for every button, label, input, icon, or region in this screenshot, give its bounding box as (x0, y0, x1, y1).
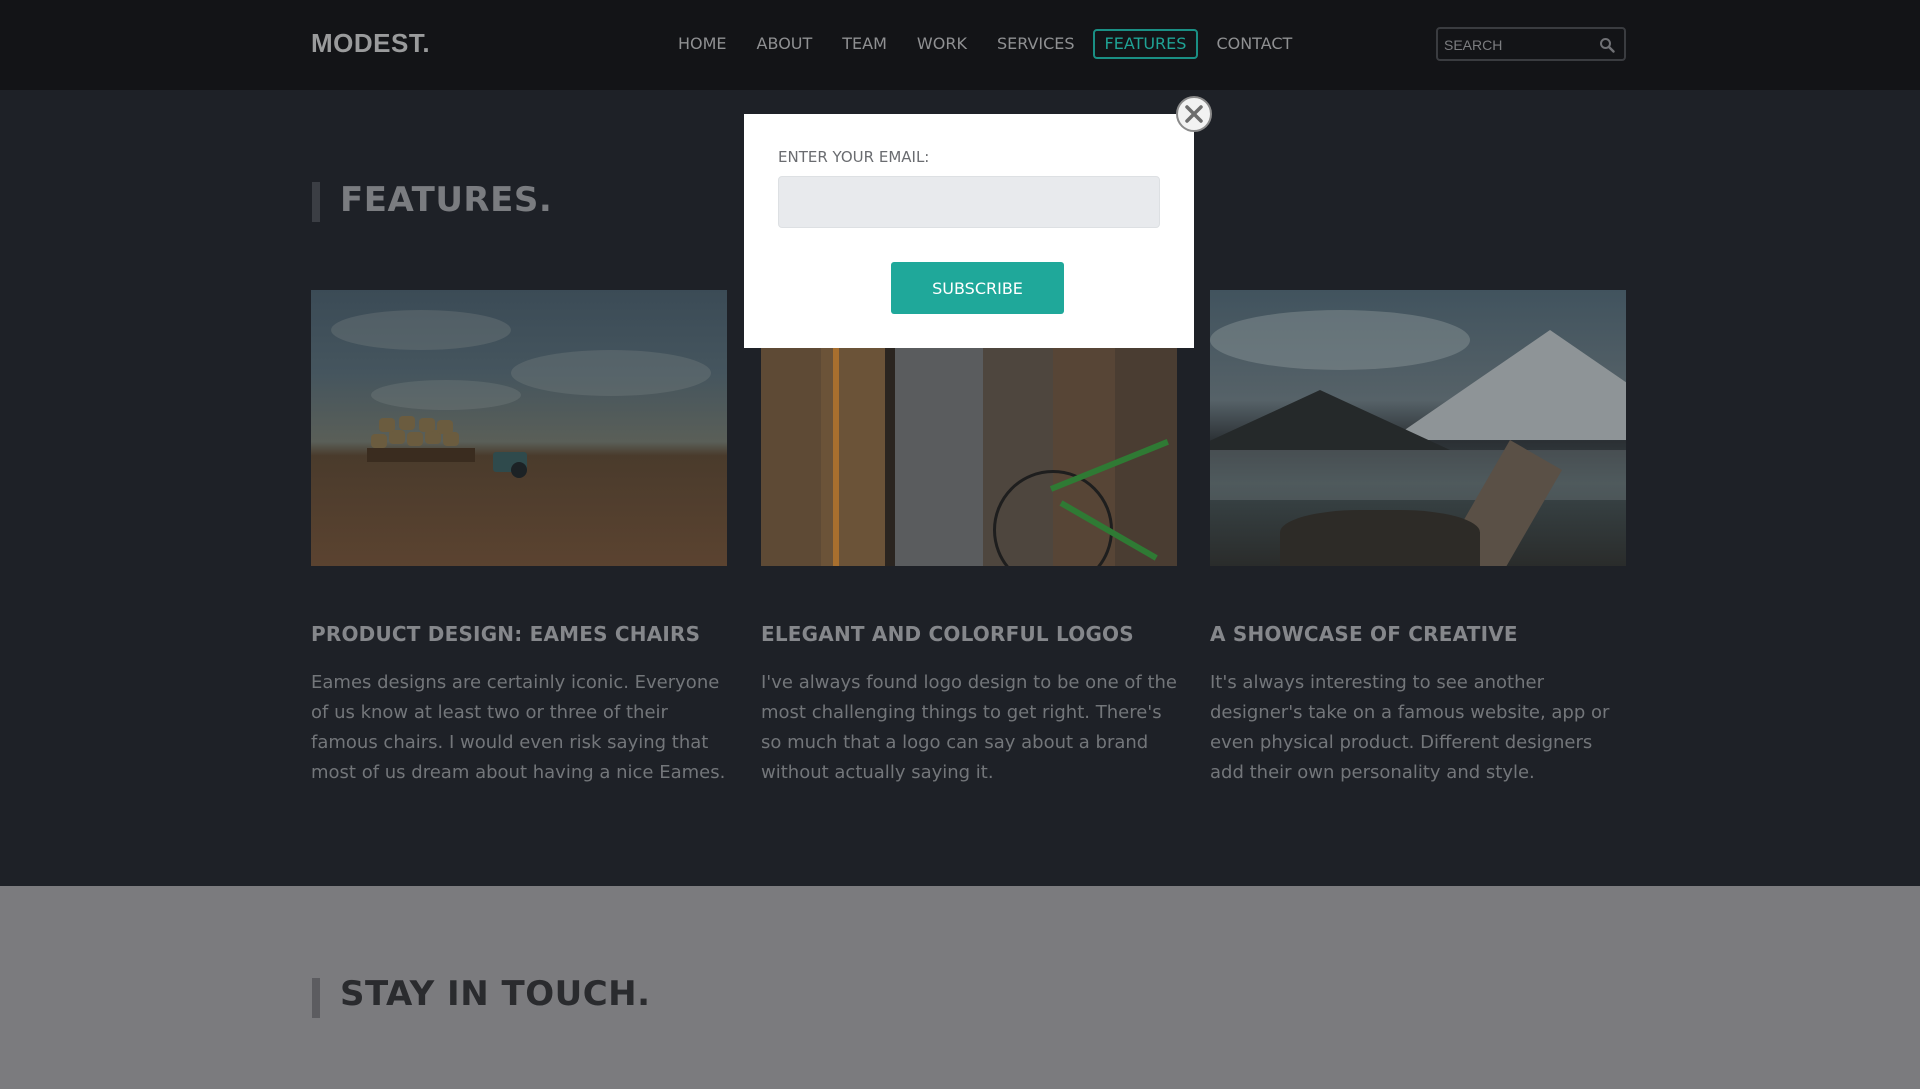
feature-card-title[interactable]: PRODUCT DESIGN: EAMES CHAIRS (311, 622, 727, 646)
heading-accent-bar (312, 182, 320, 222)
hay-bale (437, 420, 453, 434)
heading-accent-bar (312, 978, 320, 1018)
hay-bale (419, 418, 435, 432)
close-icon (1185, 105, 1203, 123)
nav-work[interactable]: WORK (905, 29, 979, 59)
feature-card-text: Eames designs are certainly iconic. Ever… (311, 672, 726, 783)
nav-features[interactable]: FEATURES (1092, 29, 1199, 59)
cloud (371, 380, 521, 410)
search-icon[interactable] (1599, 37, 1615, 53)
features-title: FEATURES. (340, 180, 553, 220)
hay-bale (379, 418, 395, 432)
feature-card-title[interactable]: ELEGANT AND COLORFUL LOGOS (761, 622, 1177, 646)
hay-bale (407, 432, 423, 446)
nav-team[interactable]: TEAM (830, 29, 899, 59)
cloud (331, 310, 511, 350)
feature-image-field[interactable] (311, 290, 727, 566)
feature-card-text: I've always found logo design to be one … (761, 672, 1178, 783)
tractor-trailer (367, 448, 475, 462)
site-header: MODEST. HOME ABOUT TEAM WORK SERVICES FE… (0, 0, 1920, 90)
subscribe-button[interactable]: SUBSCRIBE (891, 262, 1064, 314)
cloud (511, 350, 711, 396)
hay-bale (443, 432, 459, 446)
hay-bale (389, 430, 405, 444)
lake-reflection (1210, 450, 1626, 500)
feature-card-text: It's always interesting to see another d… (1210, 672, 1610, 783)
rocks (1280, 510, 1480, 566)
hay-bale (399, 416, 415, 430)
stay-in-touch-title: STAY IN TOUCH. (340, 974, 651, 1014)
nav-contact[interactable]: CONTACT (1204, 29, 1304, 59)
email-field[interactable] (778, 176, 1160, 228)
search-input[interactable] (1444, 35, 1594, 55)
stay-in-touch-section: STAY IN TOUCH. (0, 886, 1920, 1089)
site-logo[interactable]: MODEST. (311, 28, 430, 59)
nav-home[interactable]: HOME (666, 29, 739, 59)
email-label: ENTER YOUR EMAIL: (778, 148, 930, 166)
main-nav: HOME ABOUT TEAM WORK SERVICES FEATURES C… (666, 29, 1310, 59)
feature-image-lake[interactable] (1210, 290, 1626, 566)
feature-card: ELEGANT AND COLORFUL LOGOS I've always f… (761, 290, 1177, 788)
nav-services[interactable]: SERVICES (985, 29, 1087, 59)
nav-about[interactable]: ABOUT (745, 29, 825, 59)
mountain (1210, 390, 1450, 450)
search-box (1436, 27, 1626, 61)
feature-card: A SHOWCASE OF CREATIVE It's always inter… (1210, 290, 1626, 788)
feature-card-title[interactable]: A SHOWCASE OF CREATIVE (1210, 622, 1626, 646)
subscribe-modal: ENTER YOUR EMAIL: SUBSCRIBE (744, 114, 1194, 348)
feature-card: PRODUCT DESIGN: EAMES CHAIRS Eames desig… (311, 290, 727, 788)
close-modal-button[interactable] (1176, 96, 1212, 132)
hay-bale (371, 434, 387, 448)
tractor-wheel (511, 462, 527, 478)
